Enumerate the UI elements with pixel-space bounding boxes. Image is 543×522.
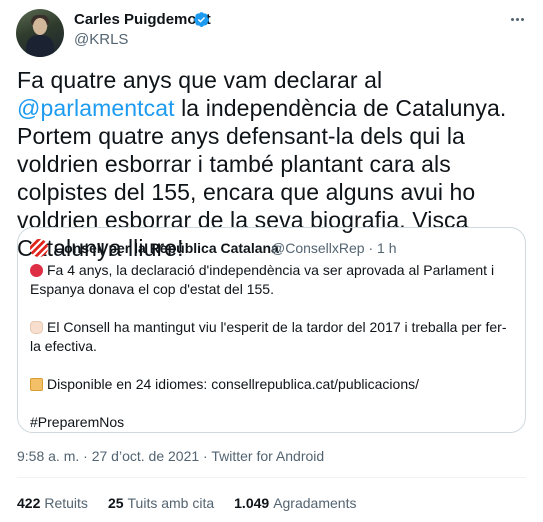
tweet-date[interactable]: 27 d’oct. de 2021 [92, 448, 199, 464]
mention-link[interactable]: @parlamentcat [17, 95, 175, 121]
tweet-metadata: 9:58 a. m. · 27 d’oct. de 2021 · Twitter… [17, 448, 325, 464]
quoted-paragraph-text: El Consell ha mantingut viu l'esperit de… [30, 319, 507, 354]
quoted-paragraph: Fa 4 anys, la declaració d'independència… [30, 261, 516, 299]
quoted-tweet-text: Fa 4 anys, la declaració d'independència… [30, 261, 516, 432]
tweet-time[interactable]: 9:58 a. m. [17, 448, 79, 464]
red-circle-icon [30, 264, 43, 277]
quote-tweets-count[interactable]: 25 Tuits amb cita [108, 495, 214, 511]
tweet-source[interactable]: Twitter for Android [211, 448, 324, 464]
tweet-detail: Carles Puigdemont @KRLS Fa quatre anys q… [0, 0, 543, 522]
hashtag: #PreparemNos [30, 414, 125, 430]
scroll-icon [30, 378, 43, 391]
likes-count[interactable]: 1.049 Agradaments [234, 495, 356, 511]
tweet-text-start: Fa quatre anys que vam declarar al [17, 67, 383, 93]
quoted-author-avatar [30, 239, 48, 257]
author-display-name[interactable]: Carles Puigdemont [74, 11, 211, 28]
quoted-author-handle-time: @ConsellxRep · 1 h [271, 240, 397, 256]
verified-badge-icon [194, 12, 209, 27]
quoted-tweet[interactable]: Consell per la República Catalana @Conse… [17, 227, 526, 433]
divider [17, 477, 526, 478]
more-options-icon[interactable] [506, 9, 528, 29]
quoted-paragraph-text: Fa 4 anys, la declaració d'independència… [30, 262, 495, 297]
quoted-paragraph: El Consell ha mantingut viu l'esperit de… [30, 318, 516, 356]
author-avatar[interactable] [16, 9, 64, 57]
author-handle[interactable]: @KRLS [74, 31, 128, 48]
quoted-paragraph-text: Disponible en 24 idiomes: consellrepubli… [47, 376, 419, 392]
quoted-author-name: Consell per la República Catalana [54, 240, 279, 256]
raised-fist-icon [30, 321, 43, 334]
quoted-paragraph: Disponible en 24 idiomes: consellrepubli… [30, 375, 516, 394]
tweet-stats: 422 Retuits 25 Tuits amb cita 1.049 Agradam… [17, 495, 356, 511]
retweets-count[interactable]: 422 Retuits [17, 495, 88, 511]
